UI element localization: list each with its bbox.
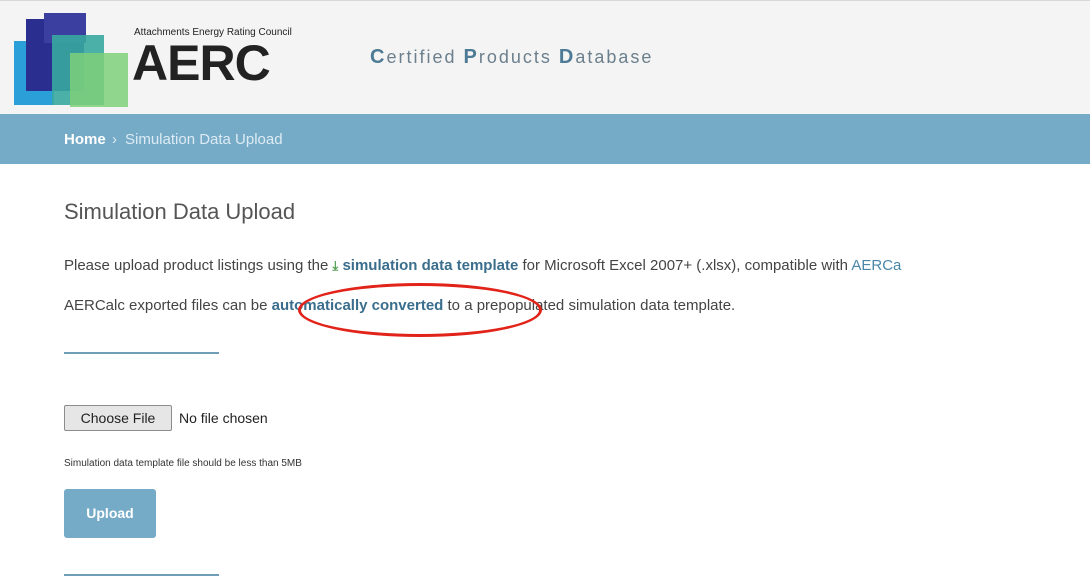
aercalc-link[interactable]: AERCa [851, 257, 901, 274]
template-download-link[interactable]: ⤓ simulation data template [333, 257, 519, 274]
file-status: No file chosen [179, 410, 268, 426]
line1-prefix: Please upload product listings using the [64, 257, 333, 274]
download-icon: ⤓ [332, 258, 339, 273]
site-header: Attachments Energy Rating Council AERC C… [0, 0, 1090, 115]
highlight-circle-annotation [298, 283, 542, 337]
upload-button[interactable]: Upload [64, 489, 156, 538]
breadcrumb-current: Simulation Data Upload [125, 131, 283, 148]
breadcrumb-home-link[interactable]: Home [64, 131, 106, 148]
title-cap-3: D [558, 46, 576, 68]
breadcrumb-separator: › [112, 131, 117, 148]
title-cap-2: P [463, 46, 479, 68]
line1-mid: for Microsoft Excel 2007+ (.xlsx), compa… [518, 257, 852, 274]
breadcrumb: Home › Simulation Data Upload [0, 114, 1090, 164]
page-title: Simulation Data Upload [64, 199, 296, 224]
title-rest-1: ertified [386, 47, 464, 67]
template-link-label: simulation data template [342, 257, 519, 274]
divider-bottom [64, 574, 219, 576]
site-title: Certified Products Database [370, 46, 653, 69]
file-size-hint: Simulation data template file should be … [64, 458, 302, 469]
choose-file-button[interactable]: Choose File [64, 405, 172, 431]
line2-prefix: AERCalc exported files can be [64, 297, 272, 314]
title-rest-2: roducts [478, 47, 559, 67]
divider-top [64, 352, 219, 354]
instructions-line-1: Please upload product listings using the… [64, 257, 901, 274]
title-cap-1: C [370, 46, 387, 68]
logo-wordmark: AERC [132, 35, 271, 91]
aerc-logo-icon[interactable] [14, 13, 144, 109]
title-rest-3: atabase [575, 47, 654, 67]
